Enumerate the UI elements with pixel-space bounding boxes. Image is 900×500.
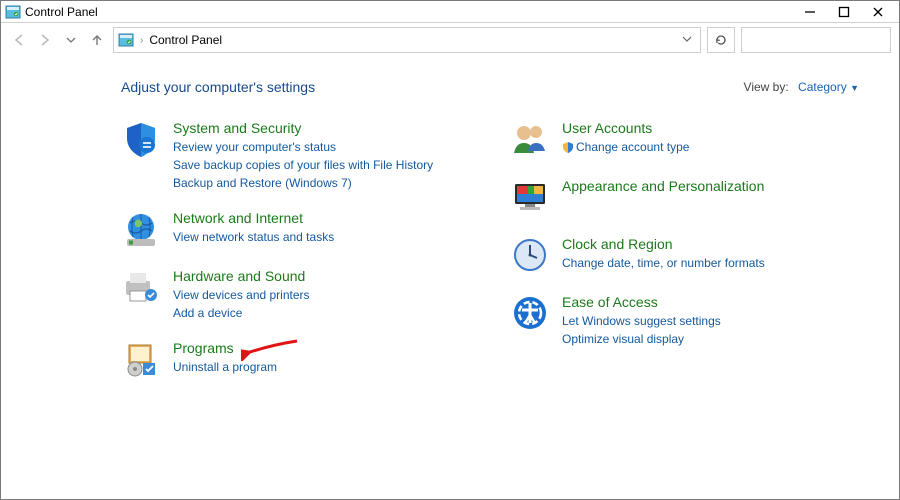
category-link[interactable]: Uninstall a program <box>173 359 277 375</box>
category-link[interactable]: View network status and tasks <box>173 229 334 245</box>
user-accounts-icon <box>510 119 550 159</box>
category-title[interactable]: Hardware and Sound <box>173 267 310 285</box>
chevron-down-icon: ▼ <box>850 83 859 93</box>
view-by-label: View by: <box>744 80 789 94</box>
view-by-value[interactable]: Category <box>798 80 847 94</box>
category-title[interactable]: Network and Internet <box>173 209 334 227</box>
monitor-icon <box>510 177 550 217</box>
navigation-bar: › Control Panel <box>1 23 899 57</box>
category-title[interactable]: Appearance and Personalization <box>562 177 764 195</box>
refresh-button[interactable] <box>707 27 735 53</box>
back-button[interactable] <box>9 30 29 50</box>
globe-icon <box>121 209 161 249</box>
category-hardware-and-sound: Hardware and Sound View devices and prin… <box>121 267 470 321</box>
search-input[interactable] <box>741 27 891 53</box>
category-network-and-internet: Network and Internet View network status… <box>121 209 470 249</box>
uac-shield-icon <box>562 141 574 153</box>
category-link[interactable]: Let Windows suggest settings <box>562 313 721 329</box>
breadcrumb-root[interactable]: Control Panel <box>149 33 222 47</box>
clock-icon <box>510 235 550 275</box>
category-link[interactable]: Change date, time, or number formats <box>562 255 765 271</box>
window-title: Control Panel <box>25 5 98 19</box>
control-panel-title-icon <box>5 5 21 19</box>
control-panel-icon <box>118 33 134 47</box>
category-link[interactable]: Add a device <box>173 305 310 321</box>
categories-left-column: System and Security Review your computer… <box>121 119 470 379</box>
category-clock-and-region: Clock and Region Change date, time, or n… <box>510 235 859 275</box>
content-area: Adjust your computer's settings View by:… <box>1 57 899 499</box>
window: Control Panel <box>0 0 900 500</box>
category-title[interactable]: Ease of Access <box>562 293 721 311</box>
category-link[interactable]: Review your computer's status <box>173 139 433 155</box>
printer-icon <box>121 267 161 307</box>
category-appearance-and-personalization: Appearance and Personalization <box>510 177 859 217</box>
category-user-accounts: User Accounts Change account type <box>510 119 859 159</box>
category-link[interactable]: Change account type <box>562 139 689 155</box>
titlebar: Control Panel <box>1 1 899 23</box>
category-link[interactable]: Optimize visual display <box>562 331 721 347</box>
category-title[interactable]: Clock and Region <box>562 235 765 253</box>
categories-right-column: User Accounts Change account type <box>510 119 859 379</box>
view-by-control[interactable]: View by: Category ▼ <box>744 80 859 94</box>
categories-grid: System and Security Review your computer… <box>121 119 859 379</box>
shield-icon <box>121 119 161 159</box>
category-link[interactable]: View devices and printers <box>173 287 310 303</box>
recent-locations-button[interactable] <box>61 30 81 50</box>
programs-icon <box>121 339 161 379</box>
category-link[interactable]: Save backup copies of your files with Fi… <box>173 157 433 173</box>
page-heading: Adjust your computer's settings <box>121 79 315 95</box>
category-link[interactable]: Backup and Restore (Windows 7) <box>173 175 433 191</box>
category-title[interactable]: System and Security <box>173 119 433 137</box>
address-dropdown-icon[interactable] <box>682 35 696 46</box>
up-button[interactable] <box>87 30 107 50</box>
address-bar[interactable]: › Control Panel <box>113 27 701 53</box>
content-header: Adjust your computer's settings View by:… <box>121 79 859 95</box>
category-title[interactable]: User Accounts <box>562 119 689 137</box>
category-title[interactable]: Programs <box>173 339 277 357</box>
breadcrumb-separator-icon: › <box>140 35 143 46</box>
forward-button[interactable] <box>35 30 55 50</box>
category-ease-of-access: Ease of Access Let Windows suggest setti… <box>510 293 859 347</box>
maximize-button[interactable] <box>827 2 861 22</box>
ease-of-access-icon <box>510 293 550 333</box>
minimize-button[interactable] <box>793 2 827 22</box>
close-button[interactable] <box>861 2 895 22</box>
category-programs: Programs Uninstall a program <box>121 339 470 379</box>
category-system-and-security: System and Security Review your computer… <box>121 119 470 191</box>
